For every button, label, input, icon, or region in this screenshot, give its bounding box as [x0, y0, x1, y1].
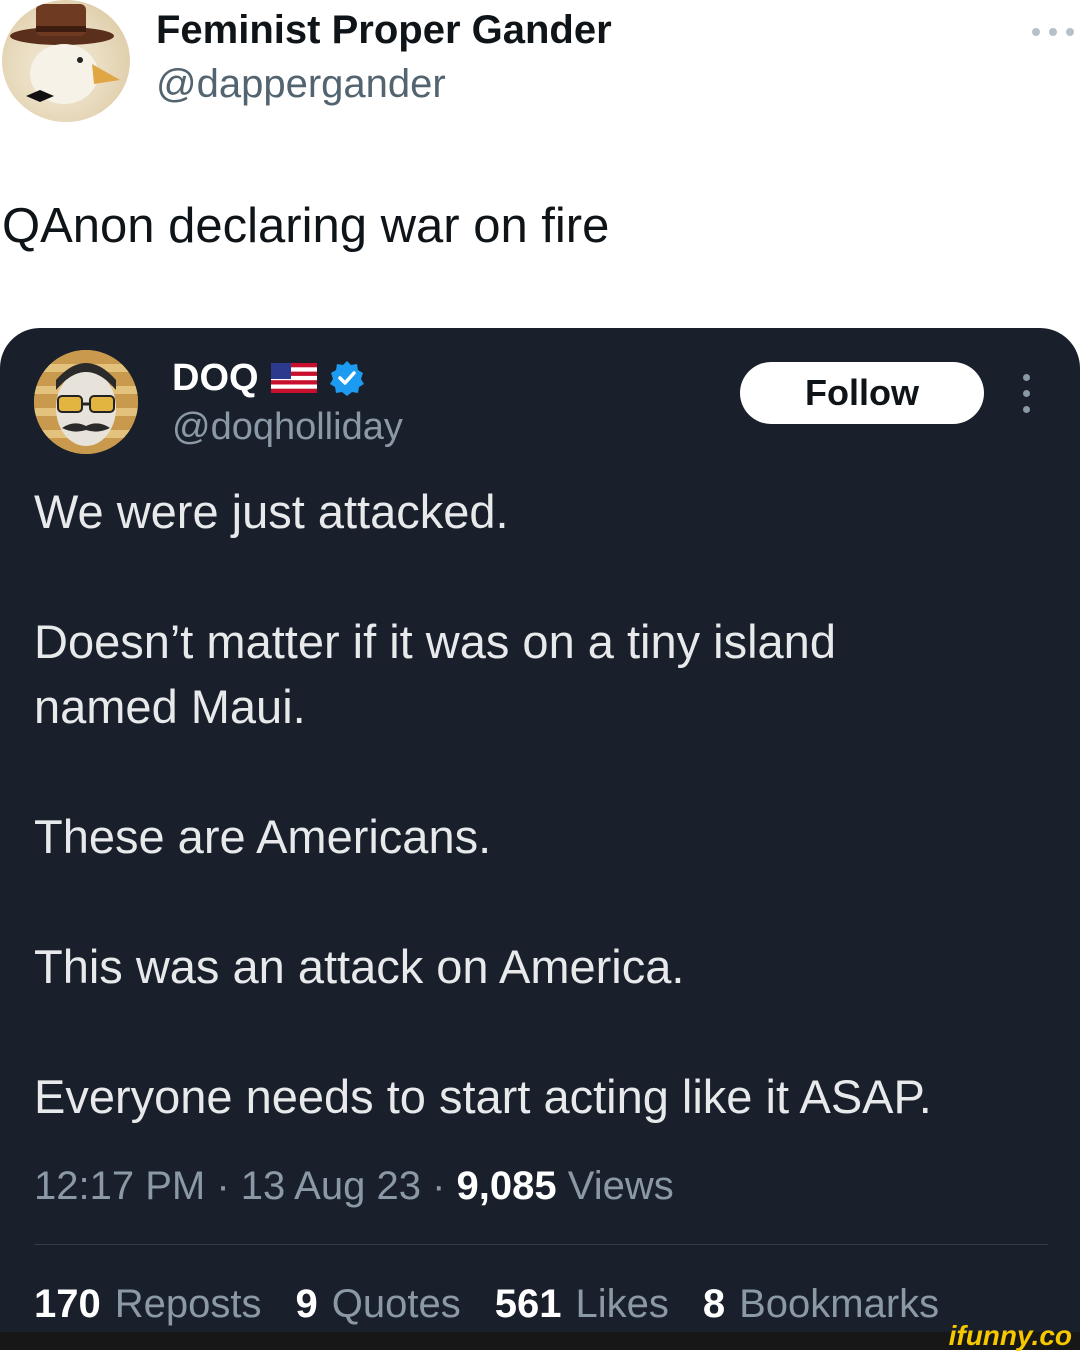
reposts-count: 170 [34, 1282, 101, 1326]
bookmarks-count: 8 [702, 1282, 726, 1326]
doq-avatar-icon [34, 350, 138, 454]
tweet-line: This was an attack on America. [34, 940, 685, 993]
tweet-meta: 12:17 PM · 13 Aug 23 · 9,085 Views [34, 1164, 674, 1209]
bookmarks-stat[interactable]: 8 Bookmarks [703, 1282, 939, 1327]
quoted-tweet-card: DOQ @doqholliday Follow We were just att… [0, 328, 1080, 1350]
meta-separator: · [432, 1164, 457, 1208]
more-options-icon[interactable] [1030, 20, 1076, 44]
outer-tweet-text: QAnon declaring war on fire [2, 199, 610, 253]
reposts-stat[interactable]: 170 Reposts [34, 1282, 262, 1327]
outer-tweet-header: Feminist Proper Gander @dappergander [0, 0, 1080, 130]
verified-badge-icon [329, 361, 364, 396]
tweet-line: named Maui. [34, 680, 306, 733]
bookmarks-label: Bookmarks [739, 1282, 940, 1326]
quotes-count: 9 [295, 1282, 318, 1326]
outer-author-handle[interactable]: @dappergander [156, 62, 446, 107]
quotes-label: Quotes [331, 1282, 461, 1326]
gander-avatar-icon [10, 4, 120, 104]
tweet-line: Everyone needs to start acting like it A… [34, 1070, 932, 1123]
likes-label: Likes [575, 1282, 669, 1326]
quotes-stat[interactable]: 9 Quotes [296, 1282, 461, 1327]
outer-author-avatar[interactable] [2, 0, 130, 122]
tweet-line: These are Americans. [34, 810, 492, 863]
likes-count: 561 [494, 1282, 562, 1326]
footer-bar [0, 1332, 1080, 1350]
ifunny-watermark: ifunny.co [948, 1320, 1072, 1351]
views-label: Views [567, 1164, 674, 1208]
inner-author-name-row: DOQ [172, 356, 365, 400]
tweet-line: We were just attacked. [34, 485, 509, 538]
views-count: 9,085 [456, 1164, 557, 1208]
likes-stat[interactable]: 561 Likes [495, 1282, 669, 1327]
inner-author-handle[interactable]: @doqholliday [172, 406, 403, 449]
kebab-menu-icon[interactable] [1018, 374, 1036, 414]
follow-button[interactable]: Follow [740, 362, 984, 424]
inner-author-avatar[interactable] [34, 350, 138, 454]
meta-separator: · [216, 1164, 241, 1208]
reposts-label: Reposts [114, 1282, 262, 1326]
engagement-stats: 170 Reposts 9 Quotes 561 Likes 8 Bookmarks [34, 1282, 939, 1327]
outer-author-name[interactable]: Feminist Proper Gander [156, 8, 612, 53]
tweet-date[interactable]: 13 Aug 23 [241, 1164, 421, 1208]
tweet-time[interactable]: 12:17 PM [34, 1164, 205, 1208]
tweet-line: Doesn’t matter if it was on a tiny islan… [34, 615, 836, 668]
divider [34, 1244, 1048, 1245]
us-flag-icon [270, 363, 317, 393]
inner-author-name[interactable]: DOQ [172, 357, 259, 400]
